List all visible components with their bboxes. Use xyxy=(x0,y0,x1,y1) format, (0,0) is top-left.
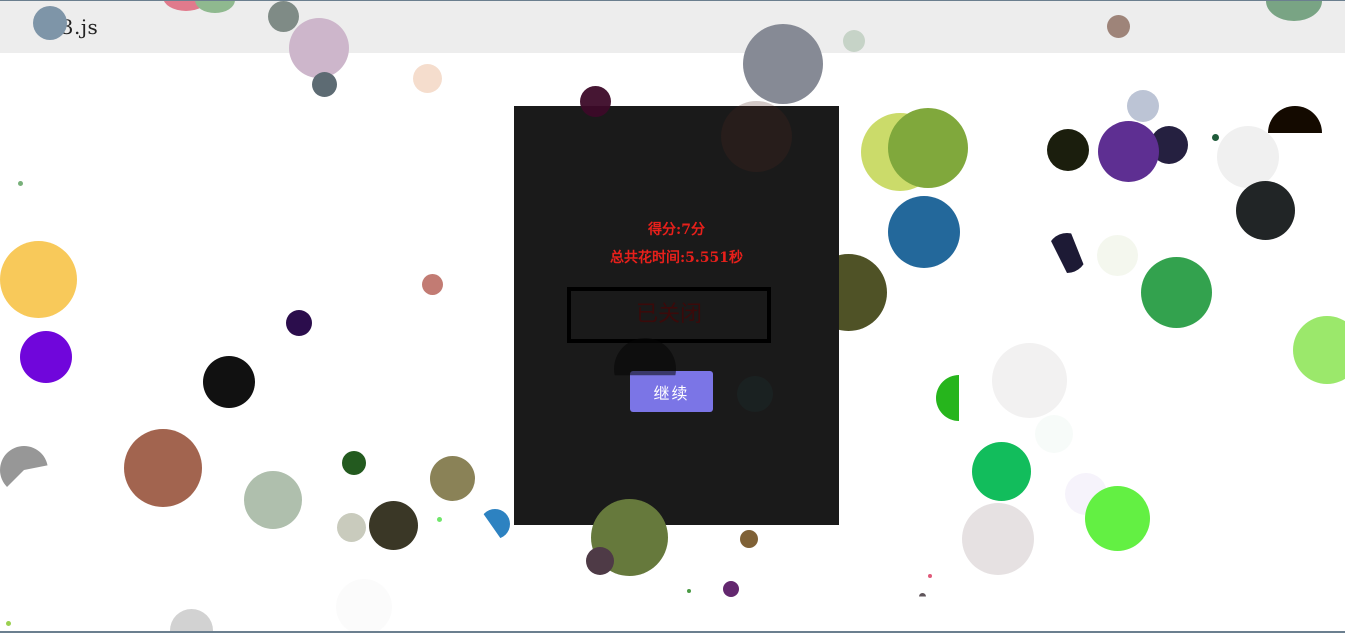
circle-target[interactable] xyxy=(1236,181,1295,240)
circle-target[interactable] xyxy=(1047,129,1089,171)
circle-target[interactable] xyxy=(286,310,312,336)
circle-target[interactable] xyxy=(586,547,614,575)
circle-target[interactable] xyxy=(18,181,23,186)
circle-target[interactable] xyxy=(888,196,960,268)
circle-target[interactable] xyxy=(919,593,926,597)
circle-target[interactable] xyxy=(20,331,72,383)
circle-target[interactable] xyxy=(337,513,366,542)
game-over-dialog: 得分:7分 总共花时间:5.551秒 已关闭 继续 xyxy=(514,106,839,525)
circle-target[interactable] xyxy=(6,621,11,626)
circle-target[interactable] xyxy=(1047,233,1087,273)
circle-target[interactable] xyxy=(124,429,202,507)
circle-target[interactable] xyxy=(480,509,510,539)
circle-target[interactable] xyxy=(687,589,691,593)
circle-target[interactable] xyxy=(936,375,959,421)
time-text: 总共花时间:5.551秒 xyxy=(609,250,743,266)
continue-button[interactable]: 继续 xyxy=(630,371,713,412)
circle-target[interactable] xyxy=(336,579,392,631)
circle-target[interactable] xyxy=(992,343,1067,418)
circle-target[interactable] xyxy=(1217,126,1279,188)
circle-target[interactable] xyxy=(723,581,739,597)
circle-target[interactable] xyxy=(289,18,349,78)
circle-target[interactable] xyxy=(743,24,823,104)
circle-target[interactable] xyxy=(843,30,865,52)
circle-target[interactable] xyxy=(1212,134,1219,141)
circle-target[interactable] xyxy=(721,101,792,172)
game-stage[interactable]: s3.js 得分:7分 总共花时间:5.551秒 已关闭 继续 xyxy=(0,0,1345,633)
circle-target[interactable] xyxy=(33,6,67,40)
circle-target[interactable] xyxy=(430,456,475,501)
circle-target[interactable] xyxy=(1085,486,1150,551)
circle-target[interactable] xyxy=(1141,257,1212,328)
circle-target[interactable] xyxy=(203,356,255,408)
circle-target[interactable] xyxy=(737,376,773,412)
circle-target[interactable] xyxy=(0,241,77,318)
circle-target[interactable] xyxy=(170,609,213,631)
circle-target[interactable] xyxy=(928,574,932,578)
circle-target[interactable] xyxy=(0,446,48,494)
circle-target[interactable] xyxy=(1293,316,1345,384)
circle-target[interactable] xyxy=(1098,121,1159,182)
circle-target[interactable] xyxy=(580,86,611,117)
circle-target[interactable] xyxy=(437,517,442,522)
status-box: 已关闭 xyxy=(567,287,771,343)
circle-target[interactable] xyxy=(972,442,1031,501)
circle-target[interactable] xyxy=(413,64,442,93)
circle-target[interactable] xyxy=(888,108,968,188)
circle-target[interactable] xyxy=(369,501,418,550)
circle-target[interactable] xyxy=(1097,235,1138,276)
circle-target[interactable] xyxy=(422,274,443,295)
score-text: 得分:7分 xyxy=(648,222,705,238)
circle-target[interactable] xyxy=(1127,90,1159,122)
circle-target[interactable] xyxy=(962,503,1034,575)
circle-target[interactable] xyxy=(312,72,337,97)
circle-target[interactable] xyxy=(342,451,366,475)
circle-target[interactable] xyxy=(740,530,758,548)
circle-target[interactable] xyxy=(1035,415,1073,453)
circle-target[interactable] xyxy=(268,1,299,32)
circle-target[interactable] xyxy=(1107,15,1130,38)
circle-target[interactable] xyxy=(244,471,302,529)
